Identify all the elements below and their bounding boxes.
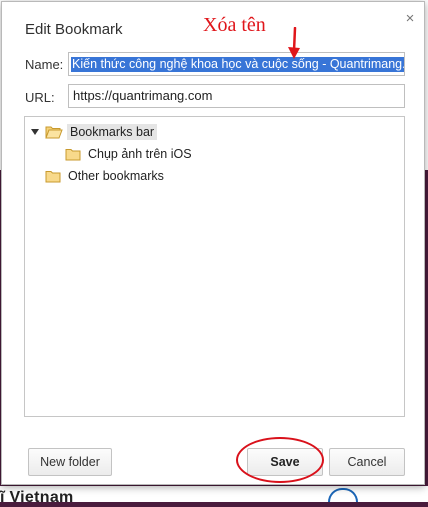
url-label: URL:: [25, 90, 55, 105]
annotation-arrow-icon: [288, 27, 300, 59]
tree-label-chup-anh: Chụp ảnh trên iOS: [88, 147, 192, 161]
edit-bookmark-dialog: Edit Bookmark × Name: Kiến thức công ngh…: [1, 1, 425, 485]
folder-icon: [65, 148, 81, 160]
name-selected-text[interactable]: Kiến thức công nghệ khoa học và cuộc sốn…: [71, 57, 404, 72]
folder-tree[interactable]: Bookmarks bar Chụp ảnh trên iOS Other bo…: [24, 116, 405, 417]
url-field[interactable]: https://quantrimang.com: [68, 84, 405, 108]
background-page-text: ĩ Vietnam: [0, 489, 74, 506]
new-folder-button[interactable]: New folder: [28, 448, 112, 476]
close-icon[interactable]: ×: [402, 11, 418, 27]
cancel-button[interactable]: Cancel: [329, 448, 405, 476]
tree-item-other-bookmarks[interactable]: Other bookmarks: [45, 167, 167, 185]
expand-triangle-icon[interactable]: [31, 129, 39, 135]
name-field[interactable]: Kiến thức công nghệ khoa học và cuộc sốn…: [68, 52, 405, 76]
folder-open-icon: [45, 126, 63, 139]
tree-item-chup-anh[interactable]: Chụp ảnh trên iOS: [65, 145, 195, 163]
tree-item-bookmarks-bar[interactable]: Bookmarks bar: [31, 123, 158, 141]
dialog-title: Edit Bookmark: [25, 21, 123, 38]
save-button[interactable]: Save: [247, 448, 323, 476]
tree-label-other-bookmarks: Other bookmarks: [68, 169, 164, 183]
name-label: Name:: [25, 57, 64, 72]
folder-icon: [45, 170, 61, 182]
tree-label-bookmarks-bar: Bookmarks bar: [67, 124, 158, 140]
annotation-text: Xóa tên: [203, 14, 266, 36]
